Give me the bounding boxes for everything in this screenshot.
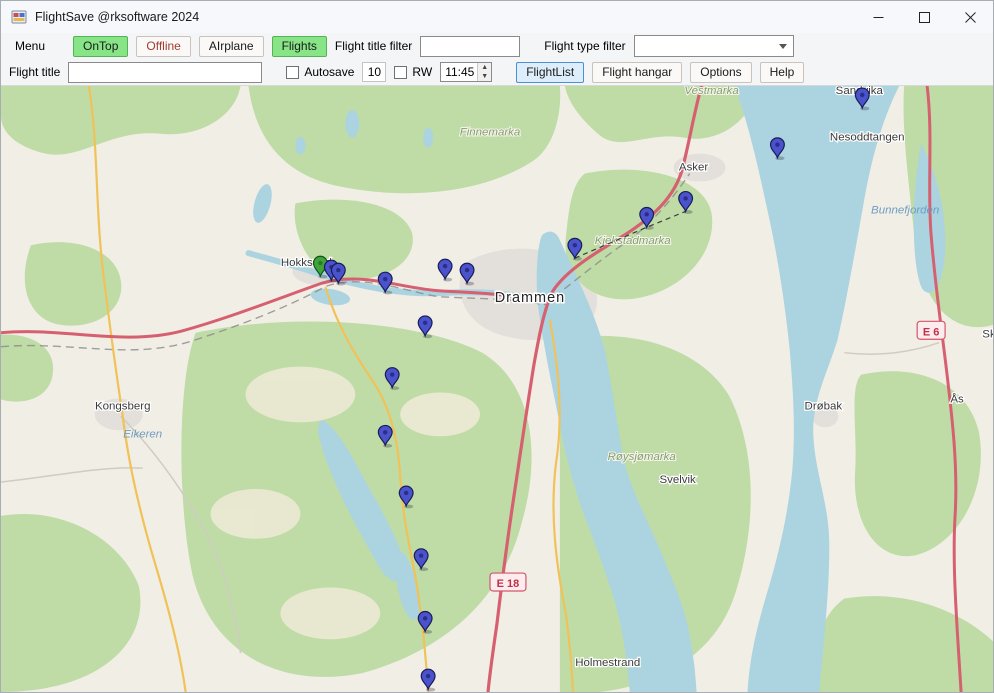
time-value: 11:45	[441, 63, 477, 81]
app-icon	[11, 9, 27, 25]
help-button[interactable]: Help	[760, 62, 805, 83]
road-shield: E 18	[490, 573, 526, 591]
ontop-button[interactable]: OnTop	[73, 36, 128, 57]
flight-title-filter-label: Flight title filter	[335, 39, 412, 53]
map-label-ås: Ås	[950, 392, 964, 405]
flight-title-filter-input[interactable]	[420, 36, 520, 57]
autosave-checkbox[interactable]	[286, 66, 299, 79]
spinner-down-icon[interactable]: ▼	[478, 72, 491, 81]
titlebar: FlightSave @rksoftware 2024	[1, 1, 993, 33]
flight-title-label: Flight title	[9, 65, 60, 79]
rw-label: RW	[412, 65, 432, 79]
map-label-vestmarka: Vestmarka	[684, 86, 738, 97]
offline-button[interactable]: Offline	[136, 36, 190, 57]
map-canvas[interactable]: E 6E 18 SandvikaVestmarkaFinnemarkaNesod…	[1, 86, 993, 692]
map-label-holmestrand: Holmestrand	[575, 657, 640, 669]
map-label-asker: Asker	[679, 162, 709, 174]
flights-button[interactable]: Flights	[272, 36, 327, 57]
map-label-kjekstadmarka: Kjekstadmarka	[595, 235, 671, 247]
window-title: FlightSave @rksoftware 2024	[35, 10, 199, 24]
close-button[interactable]	[947, 1, 993, 33]
map-label-svelvik: Svelvik	[659, 474, 696, 486]
toolbar-row-2: Flight title Autosave 10 RW 11:45 ▲ ▼ Fl…	[1, 59, 993, 86]
flight-type-filter-select[interactable]	[634, 35, 794, 57]
chevron-down-icon	[779, 44, 787, 49]
spinner-up-icon[interactable]: ▲	[478, 63, 491, 72]
flight-title-input[interactable]	[68, 62, 262, 83]
time-spinner[interactable]: 11:45 ▲ ▼	[440, 62, 492, 82]
map-label-bunnefjorden: Bunnefjorden	[871, 204, 939, 216]
flight-hangar-button[interactable]: Flight hangar	[592, 62, 682, 83]
map-label-drøbak: Drøbak	[805, 400, 843, 412]
map-label-nesoddtangen: Nesoddtangen	[830, 132, 905, 144]
svg-text:E 6: E 6	[923, 326, 939, 338]
map-label-røysjømarka: Røysjømarka	[608, 451, 676, 463]
minimize-button[interactable]	[855, 1, 901, 33]
autosave-interval-input[interactable]: 10	[362, 62, 386, 82]
app-window: FlightSave @rksoftware 2024 Menu OnTop O…	[0, 0, 994, 693]
window-controls	[855, 1, 993, 33]
autosave-label: Autosave	[304, 65, 354, 79]
menu-button[interactable]: Menu	[9, 37, 51, 55]
flight-type-filter-label: Flight type filter	[544, 39, 625, 53]
svg-text:E 18: E 18	[497, 578, 520, 590]
map-label-drammen: Drammen	[495, 290, 565, 306]
map-label-sk: Sk	[982, 329, 993, 341]
maximize-button[interactable]	[901, 1, 947, 33]
rw-checkbox[interactable]	[394, 66, 407, 79]
flightlist-button[interactable]: FlightList	[516, 62, 584, 83]
options-button[interactable]: Options	[690, 62, 751, 83]
map-label-kongsberg: Kongsberg	[95, 400, 150, 412]
road-shield: E 6	[917, 321, 945, 339]
map-label-eikeren: Eikeren	[123, 428, 162, 440]
map-label-finnemarka: Finnemarka	[460, 127, 521, 139]
toolbar-row-1: Menu OnTop Offline AIrplane Flights Flig…	[1, 33, 993, 59]
airplane-button[interactable]: AIrplane	[199, 36, 264, 57]
